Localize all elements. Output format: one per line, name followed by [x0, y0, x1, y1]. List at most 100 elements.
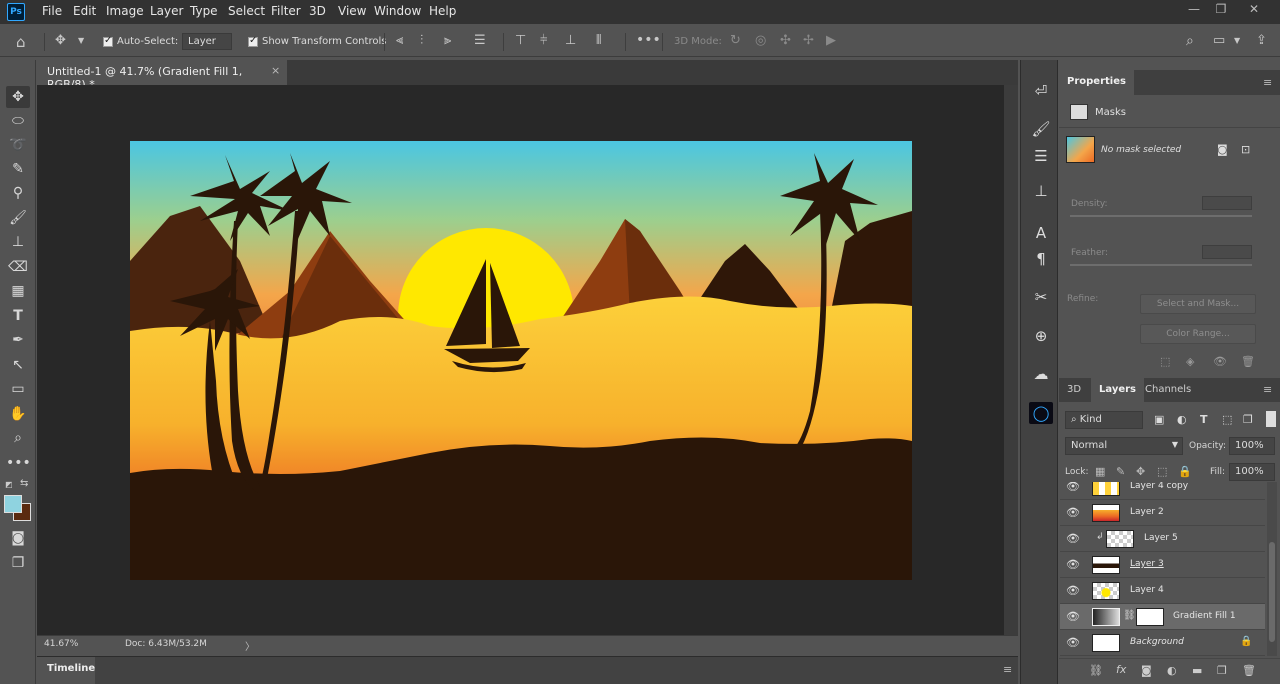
- add-pixel-mask-icon[interactable]: ◙: [1217, 143, 1228, 156]
- layer-row[interactable]: 👁 Layer 3: [1060, 552, 1265, 578]
- hand-tool-icon[interactable]: ✋: [6, 403, 30, 425]
- menu-window[interactable]: Window: [374, 4, 421, 18]
- close-window-icon[interactable]: ✕: [1243, 2, 1265, 20]
- align-left-icon[interactable]: ⫷: [396, 33, 403, 48]
- layer-name[interactable]: Layer 3: [1130, 559, 1164, 569]
- foreground-color-swatch[interactable]: [4, 495, 22, 513]
- chevron-down-icon[interactable]: ▼: [78, 36, 84, 45]
- brush-tool-icon[interactable]: 🖌: [6, 207, 30, 229]
- menu-filter[interactable]: Filter: [271, 4, 301, 18]
- path-select-tool-icon[interactable]: ↖: [6, 354, 30, 376]
- load-selection-icon[interactable]: ⬚: [1160, 355, 1170, 368]
- filter-smart-icon[interactable]: ❐: [1243, 413, 1253, 426]
- add-mask-icon[interactable]: ◙: [1141, 664, 1152, 677]
- layers-menu-icon[interactable]: ≡: [1263, 383, 1272, 396]
- apply-mask-icon[interactable]: ◈: [1186, 355, 1194, 368]
- more-options-icon[interactable]: •••: [636, 32, 661, 48]
- fx-icon[interactable]: fx: [1116, 663, 1126, 676]
- artwork-canvas[interactable]: [130, 141, 912, 580]
- layer-name[interactable]: Layer 4 copy: [1130, 482, 1188, 491]
- adjustments-icon[interactable]: ☰: [1029, 145, 1053, 167]
- menu-file[interactable]: File: [42, 4, 62, 18]
- stamp-tool-icon[interactable]: ⊥: [6, 231, 30, 253]
- timeline-tab[interactable]: Timeline: [37, 657, 95, 684]
- add-vector-mask-icon[interactable]: ⊡: [1241, 143, 1250, 156]
- layer-filter-dropdown[interactable]: ⌕ Kind: [1065, 411, 1143, 429]
- libraries-icon[interactable]: ☁: [1029, 363, 1053, 385]
- layers-scroll-thumb[interactable]: [1269, 542, 1275, 642]
- home-icon[interactable]: ⌂: [16, 33, 26, 51]
- layer-name[interactable]: Background: [1130, 637, 1184, 647]
- density-slider[interactable]: [1070, 215, 1252, 217]
- layer-name[interactable]: Layer 4: [1130, 585, 1164, 595]
- delete-layer-icon[interactable]: 🗑: [1242, 664, 1256, 677]
- align-center-icon[interactable]: ⫶: [420, 33, 423, 48]
- new-layer-icon[interactable]: ❐: [1217, 664, 1227, 677]
- restore-icon[interactable]: ❐: [1210, 2, 1232, 20]
- layer-name[interactable]: Gradient Fill 1: [1173, 611, 1236, 621]
- lock-all-icon[interactable]: 🔒: [1178, 465, 1192, 478]
- minimize-icon[interactable]: —: [1183, 2, 1205, 20]
- pen-tool-icon[interactable]: ✒: [6, 329, 30, 351]
- auto-select-checkbox[interactable]: [103, 35, 113, 47]
- eyedropper-tool-icon[interactable]: ⚲: [6, 182, 30, 204]
- search-icon[interactable]: ⌕: [1186, 33, 1194, 49]
- quick-select-tool-icon[interactable]: ✎: [6, 158, 30, 180]
- align-right-icon[interactable]: ⫸: [444, 33, 451, 48]
- feather-input[interactable]: [1202, 245, 1252, 259]
- gradient-tool-icon[interactable]: ▦: [6, 280, 30, 302]
- navigator-icon[interactable]: ⊕: [1029, 325, 1053, 347]
- brush-settings-icon[interactable]: 🖌: [1029, 118, 1053, 140]
- more-tools-icon[interactable]: •••: [6, 452, 31, 474]
- paragraph-icon[interactable]: ¶: [1029, 248, 1053, 270]
- new-adjustment-icon[interactable]: ◐: [1167, 664, 1177, 677]
- default-colors-icon[interactable]: ◩: [5, 480, 15, 490]
- layer-row[interactable]: 👁 Layer 4: [1060, 578, 1265, 604]
- align-middle-icon[interactable]: ⫩: [540, 33, 547, 48]
- link-icon[interactable]: ⛓: [1123, 610, 1136, 621]
- plugin-icon[interactable]: ◯: [1029, 402, 1053, 424]
- clone-source-icon[interactable]: ⊥: [1029, 180, 1053, 202]
- lock-pixels-icon[interactable]: ✎: [1116, 465, 1125, 478]
- move-tool-icon[interactable]: ✥: [55, 33, 66, 48]
- properties-menu-icon[interactable]: ≡: [1263, 76, 1272, 89]
- tab-properties[interactable]: Properties: [1059, 70, 1134, 95]
- show-transform-checkbox[interactable]: [248, 35, 258, 47]
- lasso-tool-icon[interactable]: ➰: [6, 134, 30, 156]
- layer-name[interactable]: Layer 2: [1130, 507, 1164, 517]
- distribute-vertical-icon[interactable]: ⫴: [596, 33, 601, 48]
- menu-select[interactable]: Select: [228, 4, 265, 18]
- type-tool-icon[interactable]: T: [6, 305, 30, 327]
- new-group-icon[interactable]: ▬: [1192, 664, 1202, 677]
- screen-mode-icon[interactable]: ❐: [6, 552, 30, 574]
- filter-shape-icon[interactable]: ⬚: [1222, 413, 1232, 426]
- fill-input[interactable]: 100%: [1229, 463, 1275, 481]
- density-input[interactable]: [1202, 196, 1252, 210]
- timeline-menu-icon[interactable]: ≡: [1003, 663, 1012, 676]
- menu-3d[interactable]: 3D: [309, 4, 326, 18]
- close-tab-icon[interactable]: ×: [271, 64, 280, 77]
- tab-channels[interactable]: Channels: [1137, 378, 1199, 403]
- tab-3d[interactable]: 3D: [1059, 378, 1089, 403]
- vertical-scrollbar[interactable]: [1004, 85, 1018, 635]
- color-range-button[interactable]: Color Range...: [1140, 324, 1256, 344]
- layer-row-selected[interactable]: 👁 ⛓ Gradient Fill 1: [1060, 604, 1265, 630]
- menu-type[interactable]: Type: [190, 4, 218, 18]
- align-bottom-icon[interactable]: ⊥: [565, 33, 576, 48]
- layer-row[interactable]: 👁 Layer 4 copy: [1060, 482, 1265, 500]
- blend-mode-dropdown[interactable]: Normal ▼: [1065, 437, 1183, 455]
- lock-artboard-icon[interactable]: ⬚: [1157, 465, 1167, 478]
- feather-slider[interactable]: [1070, 264, 1252, 266]
- move-tool-icon[interactable]: ✥: [6, 86, 30, 108]
- menu-help[interactable]: Help: [429, 4, 456, 18]
- menu-view[interactable]: View: [338, 4, 366, 18]
- filter-type-icon[interactable]: T: [1200, 413, 1208, 426]
- link-layers-icon[interactable]: ⛓: [1089, 664, 1103, 677]
- filter-pixel-icon[interactable]: ▣: [1154, 413, 1164, 426]
- select-and-mask-button[interactable]: Select and Mask...: [1140, 294, 1256, 314]
- menu-image[interactable]: Image: [106, 4, 144, 18]
- visibility-eye-icon[interactable]: 👁: [1066, 636, 1080, 649]
- filter-adjustment-icon[interactable]: ◐: [1177, 413, 1187, 426]
- zoom-level[interactable]: 41.67%: [44, 639, 78, 649]
- visibility-mask-icon[interactable]: 👁: [1213, 355, 1227, 368]
